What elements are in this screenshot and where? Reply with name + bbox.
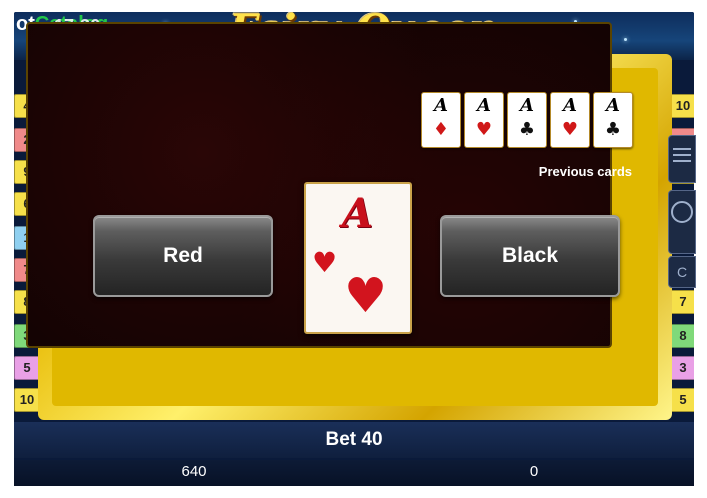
payline-right-10: 10: [670, 94, 694, 118]
info-icon[interactable]: [668, 190, 696, 254]
heart-icon: ♥: [561, 119, 579, 140]
credit-value: 640: [181, 463, 207, 480]
previous-card-1: A ♦: [421, 92, 461, 148]
club-icon: ♣: [518, 119, 536, 140]
diamond-icon: ♦: [432, 119, 450, 140]
heart-icon: ♥: [312, 246, 338, 279]
menu-icon[interactable]: [668, 135, 696, 183]
previous-card-4: A ♥: [550, 92, 590, 148]
payline-right-7: 7: [670, 290, 694, 314]
payline-right-3: 3: [670, 356, 694, 380]
card-rank: A: [342, 190, 374, 237]
payline-left-10: 10: [14, 388, 40, 412]
previous-card-5: A ♣: [593, 92, 633, 148]
payline-right-5: 5: [670, 388, 694, 412]
card-rank: A: [477, 95, 491, 116]
heart-icon: ♥: [475, 119, 493, 140]
previous-card-3: A ♣: [507, 92, 547, 148]
bet-label: Bet 40: [325, 429, 383, 450]
collect-icon[interactable]: C: [668, 256, 696, 288]
red-button[interactable]: Red: [93, 215, 273, 297]
previous-cards-label: Previous cards: [538, 164, 632, 179]
card-rank: A: [520, 95, 534, 116]
card-rank: A: [606, 95, 620, 116]
sparkle: [624, 38, 627, 41]
gamble-card: A ♥ ♥: [304, 182, 412, 334]
status-bar: 640 0: [14, 460, 694, 486]
bet-display: Bet 40: [14, 422, 694, 458]
card-rank: A: [434, 95, 448, 116]
card-rank: A: [563, 95, 577, 116]
payline-right-8: 8: [670, 324, 694, 348]
black-button[interactable]: Black: [440, 215, 620, 297]
win-value: 0: [529, 463, 539, 480]
payline-left-5: 5: [14, 356, 40, 380]
club-icon: ♣: [604, 119, 622, 140]
previous-card-2: A ♥: [464, 92, 504, 148]
heart-icon: ♥: [344, 268, 388, 324]
